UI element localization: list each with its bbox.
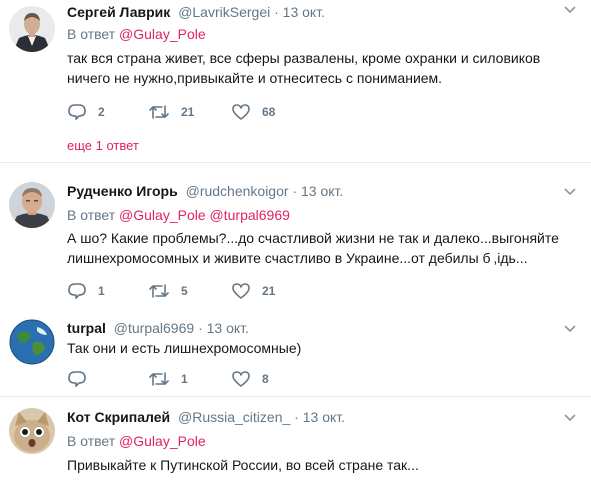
- show-more-replies-link[interactable]: еще 1 ответ: [67, 138, 139, 153]
- tweet-text: А шо? Какие проблемы?...до счастливой жи…: [67, 228, 567, 268]
- mention-link[interactable]: @turpal6969: [210, 207, 290, 223]
- tweet[interactable]: Рудченко Игорь @rudchenkoigor · 13 окт. …: [0, 182, 591, 307]
- divider: [0, 162, 591, 163]
- mention-link[interactable]: @Gulay_Pole: [119, 433, 206, 449]
- avatar[interactable]: [9, 6, 55, 52]
- retweet-icon: [148, 103, 170, 121]
- tweet-text: Так они и есть лишнехромосомные): [67, 338, 567, 358]
- like-button[interactable]: 68: [231, 102, 275, 122]
- author-handle[interactable]: @rudchenkoigor: [186, 183, 289, 199]
- tweet-date[interactable]: 13 окт.: [207, 320, 249, 336]
- like-count: 21: [262, 284, 276, 298]
- avatar[interactable]: [9, 319, 55, 365]
- retweet-icon: [148, 370, 170, 388]
- heart-icon: [231, 282, 251, 300]
- reply-icon: [67, 282, 87, 300]
- retweet-button[interactable]: 5: [148, 281, 188, 301]
- author-handle[interactable]: @Russia_citizen_: [178, 409, 290, 425]
- divider: [0, 396, 591, 397]
- tweet-text: так вся страна живет, все сферы развален…: [67, 48, 567, 88]
- reply-count: 2: [98, 105, 105, 119]
- author-name[interactable]: Сергей Лаврик: [67, 4, 170, 20]
- chevron-down-icon[interactable]: [563, 410, 577, 424]
- tweet-date[interactable]: 13 окт.: [301, 183, 343, 199]
- tweet-date[interactable]: 13 окт.: [283, 4, 325, 20]
- retweet-count: 5: [181, 284, 188, 298]
- retweet-button[interactable]: 1: [148, 369, 188, 389]
- tweet-text: Привыкайте к Путинской России, во всей с…: [67, 455, 567, 475]
- tweet-text-line: так вся страна живет, все сферы развален…: [67, 50, 541, 66]
- tweet[interactable]: turpal @turpal6969 · 13 окт. Так они и е…: [0, 319, 591, 389]
- reply-context: В ответ @Gulay_Pole: [67, 432, 206, 450]
- separator-dot: ·: [292, 183, 298, 199]
- mention-link[interactable]: @Gulay_Pole: [119, 207, 206, 223]
- separator-dot: ·: [274, 4, 279, 20]
- reply-button[interactable]: [67, 369, 98, 389]
- chevron-down-icon[interactable]: [563, 2, 577, 16]
- tweet-text-line: Привыкайте к Путинской России, во всей с…: [67, 457, 419, 473]
- chevron-down-icon[interactable]: [563, 321, 577, 335]
- heart-icon: [231, 103, 251, 121]
- tweet[interactable]: Сергей Лаврик @LavrikSergei · 13 окт. В …: [0, 0, 591, 160]
- reply-context: В ответ @Gulay_Pole: [67, 25, 206, 43]
- author-handle[interactable]: @LavrikSergei: [178, 4, 270, 20]
- tweet-text-line: лишнехромосомных и живите счастливо в Ук…: [67, 250, 528, 266]
- reply-icon: [67, 370, 87, 388]
- retweet-button[interactable]: 21: [148, 102, 194, 122]
- retweet-icon: [148, 282, 170, 300]
- mention-link[interactable]: @Gulay_Pole: [119, 26, 206, 42]
- retweet-count: 1: [181, 372, 188, 386]
- author-name[interactable]: Кот Скрипалей: [67, 409, 170, 425]
- tweet-text-line: Так они и есть лишнехромосомные): [67, 340, 302, 356]
- reply-button[interactable]: 1: [67, 281, 105, 301]
- avatar[interactable]: [9, 408, 55, 454]
- author-name[interactable]: turpal: [67, 320, 106, 336]
- retweet-count: 21: [181, 105, 195, 119]
- reply-to-label: В ответ: [67, 26, 116, 42]
- author-name[interactable]: Рудченко Игорь: [67, 183, 178, 199]
- reply-context: В ответ @Gulay_Pole @turpal6969: [67, 206, 290, 224]
- reply-to-label: В ответ: [67, 433, 116, 449]
- heart-icon: [231, 370, 251, 388]
- tweet[interactable]: Кот Скрипалей @Russia_citizen_ · 13 окт.…: [0, 406, 591, 489]
- tweet-date[interactable]: 13 окт.: [303, 409, 345, 425]
- tweet-text-line: А шо? Какие проблемы?...до счастливой жи…: [67, 230, 559, 246]
- avatar[interactable]: [9, 182, 55, 228]
- separator-dot: ·: [198, 320, 203, 336]
- like-button[interactable]: 8: [231, 369, 269, 389]
- reply-count: 1: [98, 284, 105, 298]
- reply-button[interactable]: 2: [67, 102, 105, 122]
- separator-dot: ·: [294, 409, 299, 425]
- like-count: 68: [262, 105, 276, 119]
- tweet-text-line: ничего не нужно,привыкайте и отнеситесь …: [67, 70, 443, 86]
- chevron-down-icon[interactable]: [563, 184, 577, 198]
- like-count: 8: [262, 372, 269, 386]
- like-button[interactable]: 21: [231, 281, 275, 301]
- reply-icon: [67, 103, 87, 121]
- author-handle[interactable]: @turpal6969: [114, 320, 194, 336]
- reply-to-label: В ответ: [67, 207, 116, 223]
